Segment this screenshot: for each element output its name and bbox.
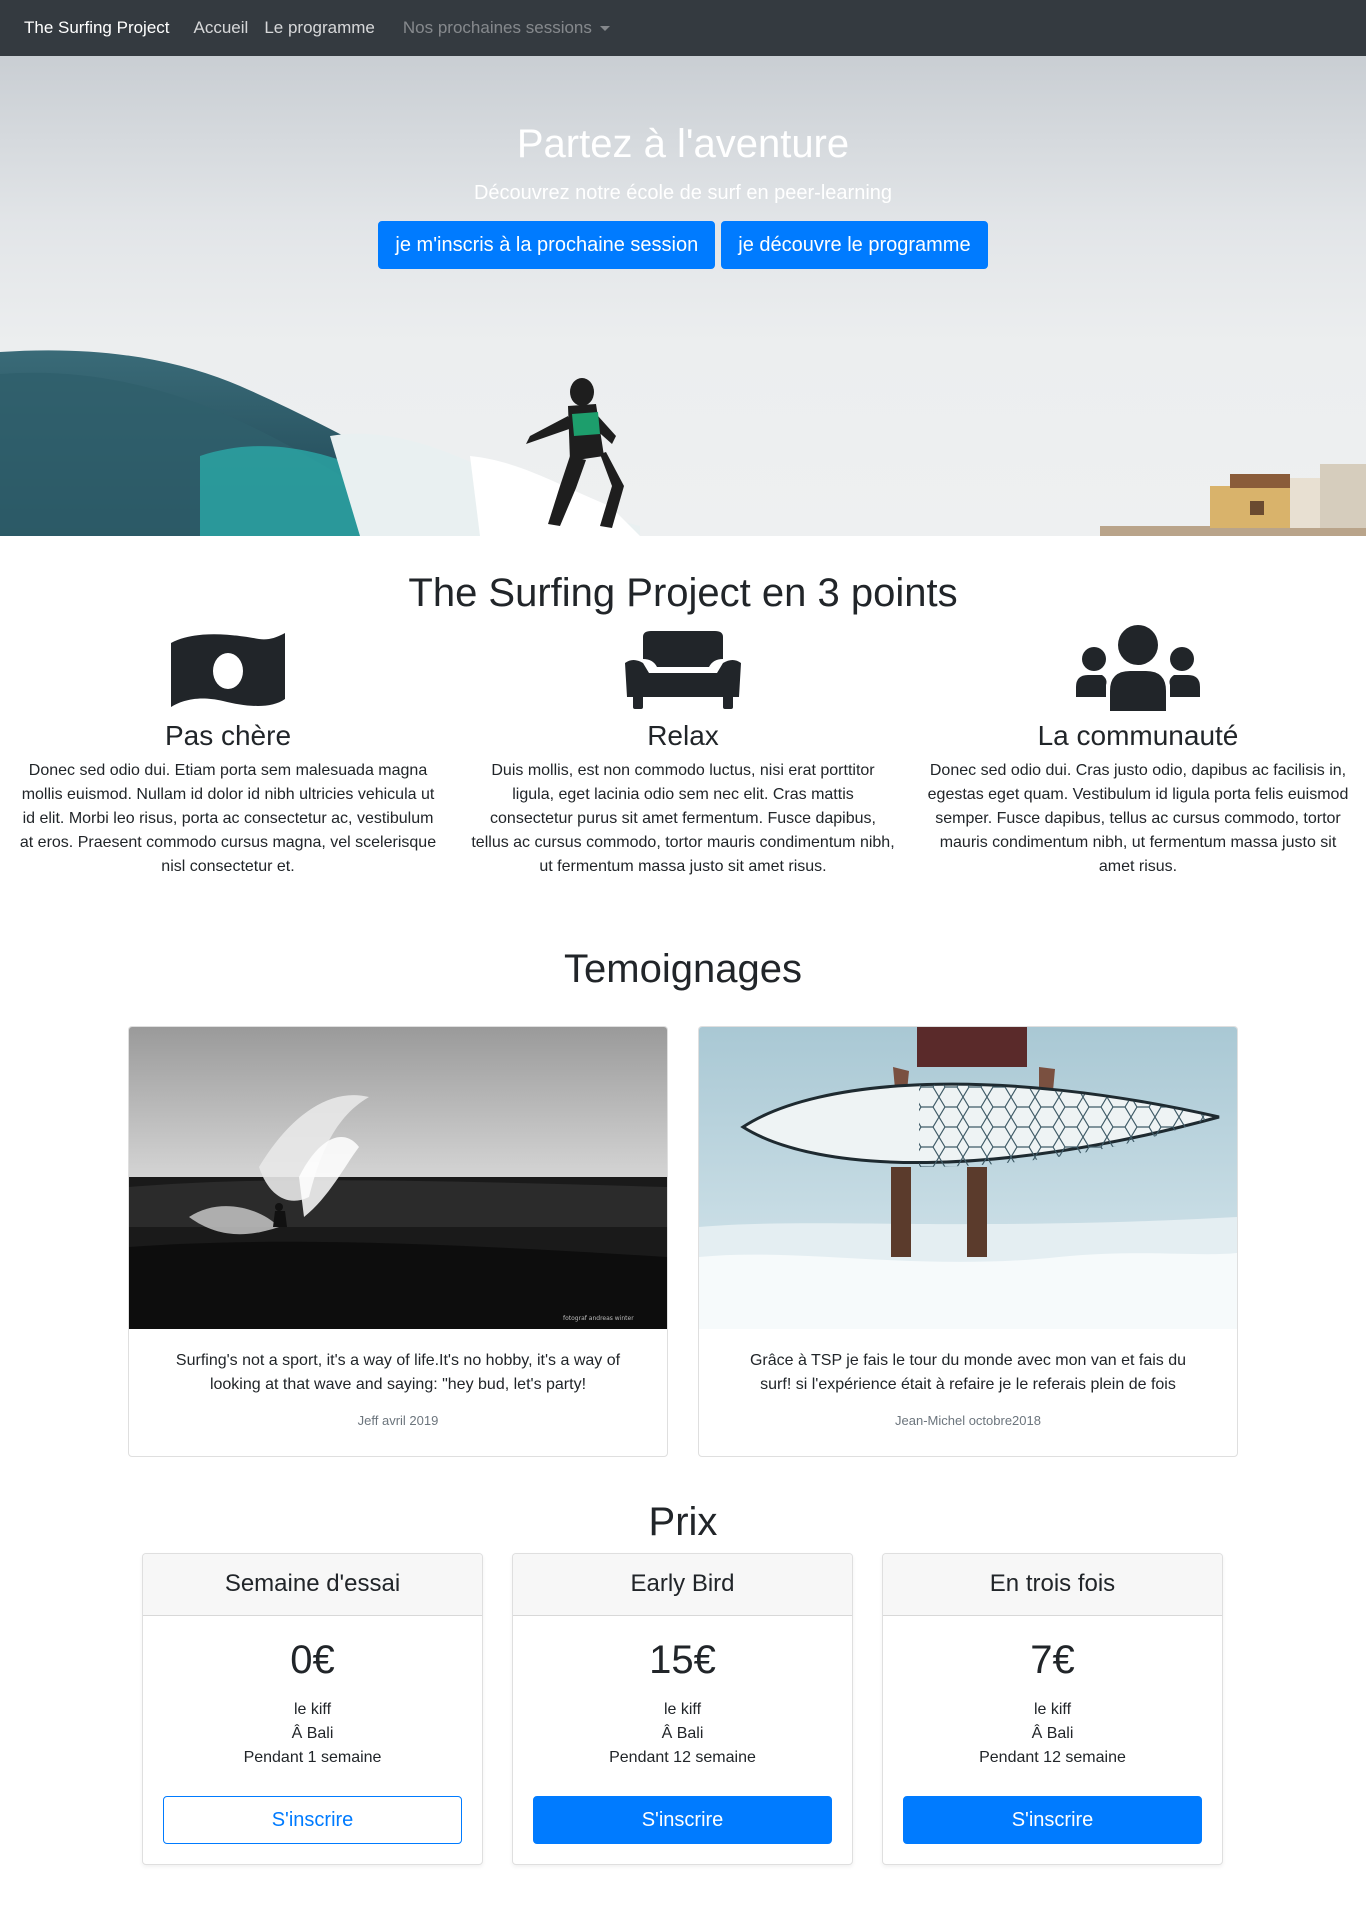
testimonial-quote: Surfing's not a sport, it's a way of lif… bbox=[175, 1352, 621, 1393]
testimonial-author: Jean-Michel octobre2018 bbox=[895, 1413, 1041, 1428]
testimonials-section-title: Temoignages bbox=[564, 947, 802, 991]
testimonial-card: fotograf andreas winter Surfing's not a … bbox=[128, 1026, 668, 1457]
pricing-card: En trois fois 7€ le kiff Â Bali Pendant … bbox=[882, 1553, 1223, 1865]
pricing-feature: Â Bali bbox=[661, 1725, 704, 1742]
pricing-feature: Pendant 12 semaine bbox=[979, 1749, 1126, 1766]
hero-title: Partez à l'aventure bbox=[516, 122, 850, 166]
couch-icon bbox=[465, 625, 901, 711]
testimonial-photo-surfboard bbox=[699, 1027, 1237, 1329]
nav-link-programme[interactable]: Le programme bbox=[256, 18, 383, 38]
register-next-session-button[interactable]: je m'inscris à la prochaine session bbox=[378, 221, 716, 269]
pricing-price: 7€ bbox=[1030, 1638, 1075, 1682]
signup-button[interactable]: S'inscrire bbox=[533, 1796, 832, 1844]
point-title: Pas chère bbox=[164, 720, 292, 751]
pricing-feature: le kiff bbox=[663, 1701, 702, 1718]
pricing-price: 15€ bbox=[649, 1638, 716, 1682]
hero-subtitle: Découvrez notre école de surf en peer-le… bbox=[473, 182, 893, 204]
testimonial-quote: Grâce à TSP je fais le tour du monde ave… bbox=[749, 1352, 1187, 1393]
point-text: Duis mollis, est non commodo luctus, nis… bbox=[471, 762, 895, 875]
testimonial-card: Grâce à TSP je fais le tour du monde ave… bbox=[698, 1026, 1238, 1457]
pricing-section-title: Prix bbox=[648, 1500, 718, 1544]
pricing-feature: Pendant 12 semaine bbox=[609, 1749, 756, 1766]
signup-button[interactable]: S'inscrire bbox=[163, 1796, 462, 1844]
caret-down-icon bbox=[599, 26, 610, 32]
pricing-feature: le kiff bbox=[1033, 1701, 1072, 1718]
pricing-features: le kiff Â Bali Pendant 1 semaine bbox=[143, 1698, 482, 1770]
pricing-features: le kiff Â Bali Pendant 12 semaine bbox=[883, 1698, 1222, 1770]
pricing-card: Early Bird 15€ le kiff Â Bali Pendant 12… bbox=[512, 1553, 853, 1865]
pricing-feature: Pendant 1 semaine bbox=[243, 1749, 382, 1766]
point-card-cheap: Pas chère Donec sed odio dui. Etiam port… bbox=[10, 625, 446, 879]
pricing-plan-name: En trois fois bbox=[883, 1554, 1222, 1616]
pricing-plan-name: Semaine d'essai bbox=[143, 1554, 482, 1616]
pricing-features: le kiff Â Bali Pendant 12 semaine bbox=[513, 1698, 852, 1770]
money-bill-icon bbox=[10, 625, 446, 711]
hero-button-group: je m'inscris à la prochaine session je d… bbox=[0, 221, 1366, 269]
pricing-card: Semaine d'essai 0€ le kiff Â Bali Pendan… bbox=[142, 1553, 483, 1865]
nav-dropdown-label: Nos prochaines sessions bbox=[402, 18, 592, 37]
signup-button[interactable]: S'inscrire bbox=[903, 1796, 1202, 1844]
pricing-feature: Â Bali bbox=[1031, 1725, 1074, 1742]
pricing-feature: Â Bali bbox=[291, 1725, 334, 1742]
point-title: La communauté bbox=[1037, 720, 1239, 751]
nav-dropdown-sessions[interactable]: Nos prochaines sessions bbox=[395, 18, 618, 38]
navbar-brand[interactable]: The Surfing Project bbox=[24, 18, 170, 38]
point-text: Donec sed odio dui. Etiam porta sem male… bbox=[19, 762, 437, 875]
hero-banner: Partez à l'aventure Découvrez notre écol… bbox=[0, 56, 1366, 536]
testimonial-author: Jeff avril 2019 bbox=[357, 1413, 439, 1428]
pricing-plan-name: Early Bird bbox=[513, 1554, 852, 1616]
pricing-feature: le kiff bbox=[293, 1701, 332, 1718]
photo-credit-text: fotograf andreas winter bbox=[563, 1315, 634, 1322]
testimonial-photo-bw-surfer: fotograf andreas winter bbox=[129, 1027, 667, 1329]
point-text: Donec sed odio dui. Cras justo odio, dap… bbox=[927, 762, 1349, 875]
point-card-community: La communauté Donec sed odio dui. Cras j… bbox=[920, 625, 1356, 879]
navbar: The Surfing Project Accueil Le programme… bbox=[0, 0, 1366, 56]
point-card-relax: Relax Duis mollis, est non commodo luctu… bbox=[465, 625, 901, 879]
pricing-price: 0€ bbox=[290, 1638, 335, 1682]
points-section-title: The Surfing Project en 3 points bbox=[408, 571, 958, 615]
point-title: Relax bbox=[647, 720, 719, 751]
nav-link-accueil[interactable]: Accueil bbox=[186, 18, 257, 38]
users-icon bbox=[920, 625, 1356, 711]
discover-program-button[interactable]: je découvre le programme bbox=[721, 221, 988, 269]
